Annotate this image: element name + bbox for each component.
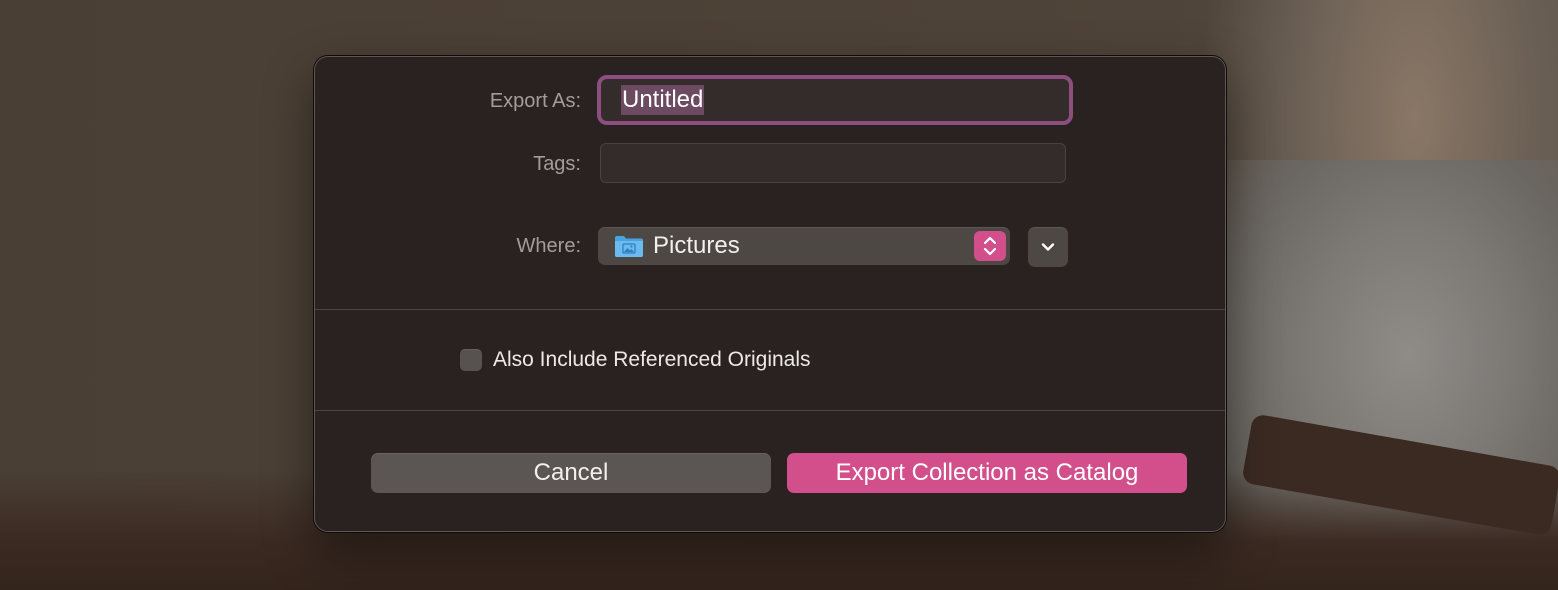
export-dialog: Export As: Untitled Tags: Where: Picture… [314,56,1226,532]
divider [315,309,1225,310]
chevron-down-icon [1041,243,1055,251]
export-collection-button[interactable]: Export Collection as Catalog [787,453,1187,493]
where-label: Where: [516,235,581,257]
where-popup-button[interactable]: Pictures [598,227,1010,265]
cancel-button[interactable]: Cancel [371,453,771,493]
expand-browser-button[interactable] [1028,227,1068,267]
include-originals-checkbox[interactable] [460,349,482,371]
include-originals-label[interactable]: Also Include Referenced Originals [493,347,811,373]
popup-stepper-icon [974,231,1006,261]
export-as-value: Untitled [621,85,705,115]
tags-field[interactable] [600,143,1066,183]
where-value: Pictures [653,232,740,259]
tags-label: Tags: [533,153,581,175]
folder-pictures-icon [615,236,643,257]
export-as-field[interactable]: Untitled [597,75,1073,125]
export-as-label: Export As: [489,90,581,112]
divider [315,410,1225,411]
